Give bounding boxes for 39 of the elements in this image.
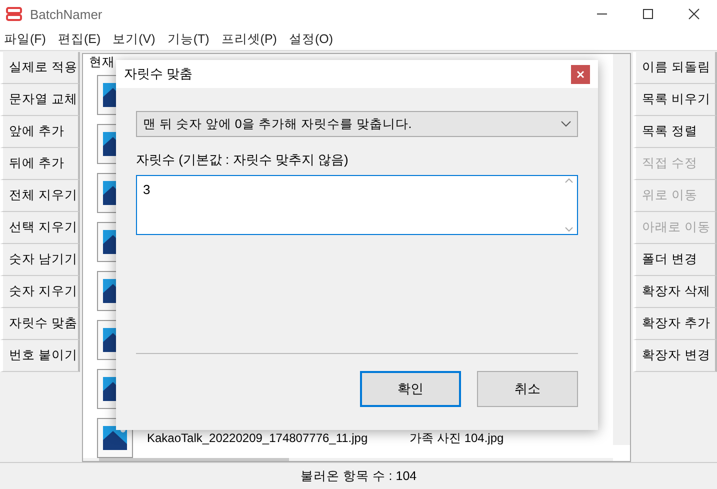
vertical-scrollbar[interactable] <box>613 54 630 445</box>
sidebar-button[interactable]: 자릿수 맞춤 <box>0 308 80 340</box>
sidebar-button[interactable]: 앞에 추가 <box>0 116 80 148</box>
column-header[interactable]: 현재 <box>89 54 115 71</box>
file-name: KakaoTalk_20220209_174807776_11.jpg <box>147 431 368 445</box>
menu-item[interactable]: 보기(V) <box>112 30 156 48</box>
sidebar-button[interactable]: 문자열 교체 <box>0 84 80 116</box>
digits-field[interactable]: 3 <box>136 175 578 235</box>
menu-item[interactable]: 파일(F) <box>4 30 46 48</box>
menu-item[interactable]: 프리셋(P) <box>221 30 277 48</box>
sidebar-button[interactable]: 숫자 남기기 <box>0 244 80 276</box>
sidebar-button[interactable]: 선택 지우기 <box>0 212 80 244</box>
sidebar-button[interactable]: 뒤에 추가 <box>0 148 80 180</box>
field-label: 자릿수 (기본값 : 자릿수 맞추지 않음) <box>136 151 350 169</box>
new-file-name: 가족 사진 104.jpg <box>410 430 504 446</box>
dialog-button[interactable]: 취소 <box>477 371 578 407</box>
scroll-down-icon[interactable] <box>565 227 573 232</box>
window-title: BatchNamer <box>30 6 102 22</box>
menu-item[interactable]: 설정(O) <box>288 30 334 48</box>
sidebar-button[interactable]: 목록 비우기 <box>633 84 717 116</box>
dialog-title: 자릿수 맞춤 <box>124 65 194 83</box>
app-logo-icon <box>6 7 22 21</box>
menu-item[interactable]: 편집(E) <box>58 30 101 48</box>
status-text: 불러온 항목 수 : 104 <box>300 468 417 484</box>
sidebar-button[interactable]: 폴더 변경 <box>633 244 717 276</box>
sidebar-button[interactable]: 전체 지우기 <box>0 180 80 212</box>
scroll-up-icon[interactable] <box>565 178 573 183</box>
sidebar-button[interactable]: 확장자 추가 <box>633 308 717 340</box>
mode-dropdown[interactable]: 맨 뒤 숫자 앞에 0을 추가해 자릿수를 맞춥니다. <box>136 111 578 137</box>
sidebar-button[interactable]: 목록 정렬 <box>633 116 717 148</box>
sidebar-button[interactable]: 이름 되돌림 <box>633 52 717 84</box>
sidebar-button[interactable]: 번호 붙이기 <box>0 340 80 372</box>
dialog-button[interactable]: 확인 <box>360 371 461 407</box>
menu-item[interactable]: 기능(T) <box>167 30 210 48</box>
sidebar-button[interactable]: 실제로 적용 <box>0 52 80 84</box>
sidebar-button[interactable]: 숫자 지우기 <box>0 276 80 308</box>
sidebar-button[interactable]: 확장자 변경 <box>633 340 717 372</box>
sidebar-button[interactable]: 확장자 삭제 <box>633 276 717 308</box>
chevron-icon <box>561 121 571 127</box>
